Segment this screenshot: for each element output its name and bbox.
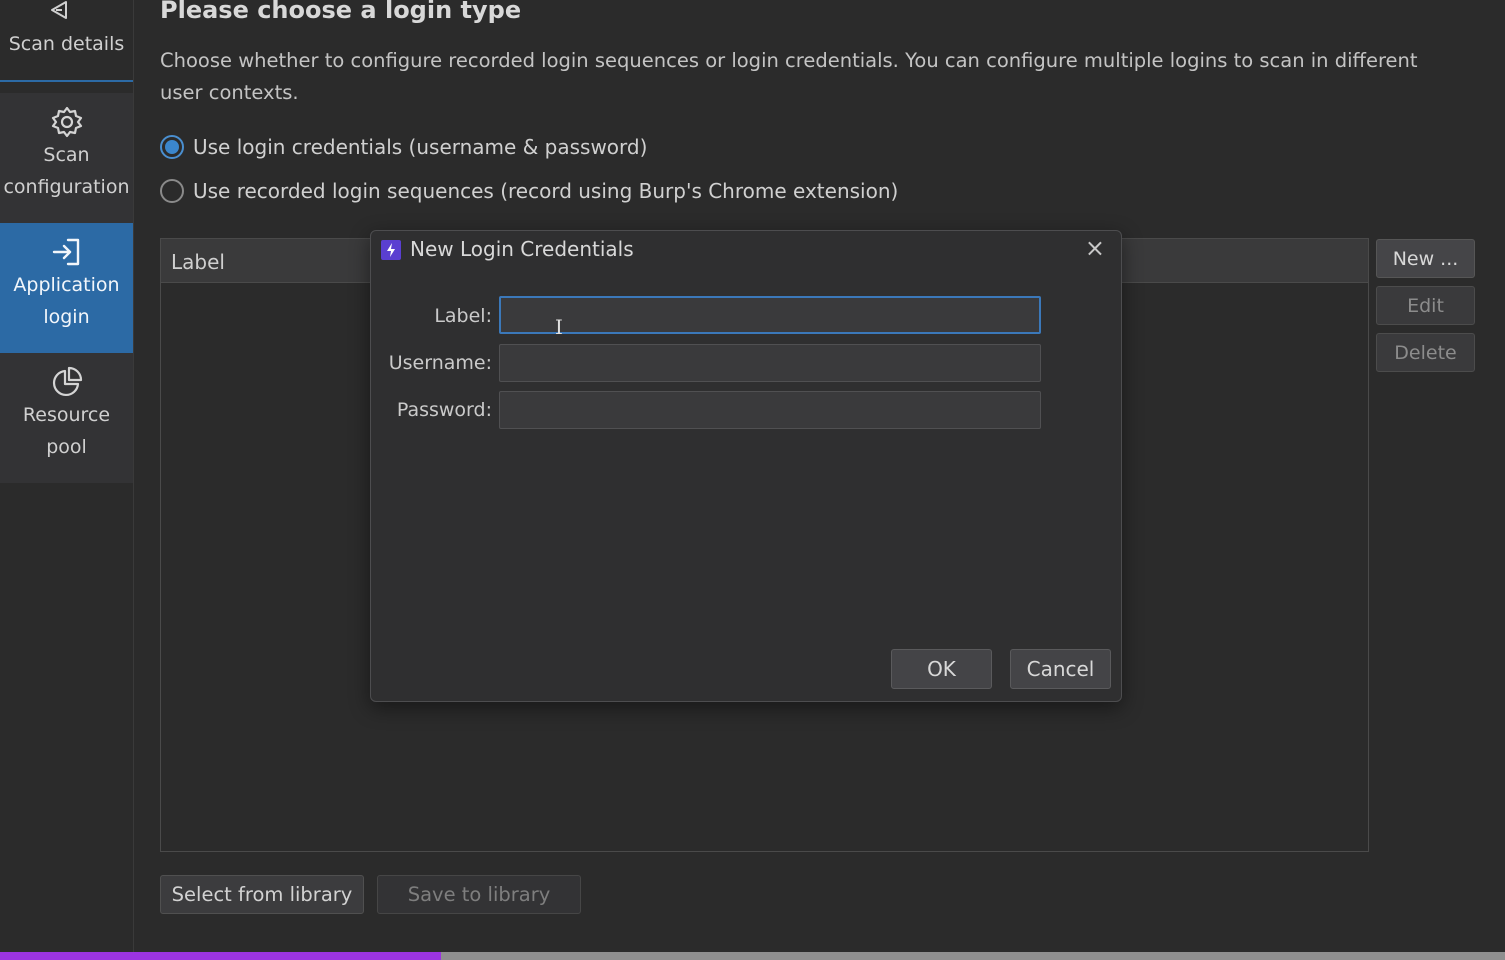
page-title: Please choose a login type bbox=[160, 0, 522, 24]
sidebar: Scan details Scan configuration Applicat… bbox=[0, 0, 134, 960]
dialog-title-bar[interactable]: New Login Credentials × bbox=[371, 231, 1121, 271]
select-from-library-button[interactable]: Select from library bbox=[160, 875, 364, 914]
page-description: Choose whether to configure recorded log… bbox=[160, 49, 1418, 104]
progress-bar bbox=[0, 952, 1505, 960]
pie-chart-icon bbox=[50, 365, 84, 399]
radio-login-credentials[interactable]: Use login credentials (username & passwo… bbox=[160, 135, 647, 159]
radio-label: Use login credentials (username & passwo… bbox=[193, 135, 648, 159]
delete-button[interactable]: Delete bbox=[1376, 333, 1475, 372]
label-field-label: Label: bbox=[434, 305, 492, 327]
sidebar-item-resource-pool[interactable]: Resource pool bbox=[0, 353, 133, 483]
username-input[interactable] bbox=[499, 344, 1041, 382]
sidebar-item-application-login[interactable]: Application login bbox=[0, 223, 133, 353]
login-arrow-icon bbox=[50, 235, 84, 269]
ok-button[interactable]: OK bbox=[891, 649, 992, 689]
radio-button[interactable] bbox=[160, 179, 184, 203]
sidebar-item-scan-configuration[interactable]: Scan configuration bbox=[0, 93, 133, 223]
password-field-label: Password: bbox=[396, 399, 492, 421]
sidebar-item-label: Scan configuration bbox=[3, 144, 130, 198]
radio-button-checked[interactable] bbox=[160, 135, 184, 159]
cancel-button[interactable]: Cancel bbox=[1010, 649, 1111, 689]
save-to-library-button[interactable]: Save to library bbox=[377, 875, 581, 914]
radio-recorded-login-sequences[interactable]: Use recorded login sequences (record usi… bbox=[160, 179, 898, 203]
sidebar-item-scan-details[interactable]: Scan details bbox=[0, 0, 133, 82]
edit-button[interactable]: Edit bbox=[1376, 286, 1475, 325]
radio-label: Use recorded login sequences (record usi… bbox=[193, 179, 899, 203]
new-login-credentials-dialog: New Login Credentials × Label: I Usernam… bbox=[370, 230, 1122, 702]
sidebar-item-label: Application login bbox=[13, 274, 120, 328]
sidebar-item-label: Scan details bbox=[8, 33, 125, 55]
burp-logo-icon bbox=[381, 240, 401, 260]
new-button[interactable]: New ... bbox=[1376, 239, 1475, 278]
back-arrow-icon bbox=[46, 0, 74, 24]
dialog-title: New Login Credentials bbox=[410, 237, 634, 261]
close-icon[interactable]: × bbox=[1085, 234, 1105, 262]
sidebar-item-label: Resource pool bbox=[22, 404, 111, 458]
progress-fill bbox=[0, 952, 441, 960]
text-cursor-icon: I bbox=[555, 315, 563, 339]
username-field-label: Username: bbox=[388, 352, 492, 374]
label-input[interactable] bbox=[499, 296, 1041, 334]
password-input[interactable] bbox=[499, 391, 1041, 429]
gear-icon bbox=[50, 105, 84, 139]
